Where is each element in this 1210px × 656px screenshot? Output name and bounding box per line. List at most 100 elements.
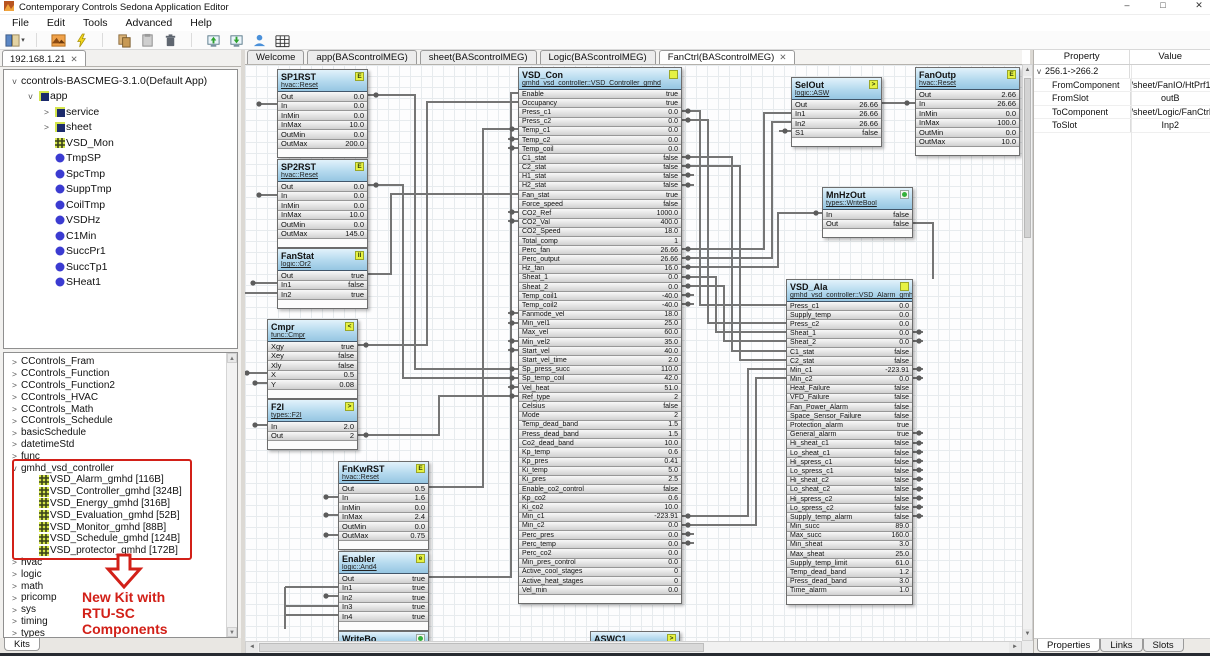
block-slot-supply_temp_limit[interactable]: Supply_temp_limit61.0 (787, 559, 912, 568)
kit-item-gmhd-vsd-controller[interactable]: vgmhd_vsd_controller (4, 462, 237, 474)
tree-item-service[interactable]: >service (4, 104, 237, 120)
maximize-button[interactable]: □ (1156, 0, 1170, 11)
block-slot-in1[interactable]: In126.66 (792, 110, 881, 120)
block-slot-hi_spress_c2[interactable]: Hi_spress_c2false (787, 495, 912, 504)
block-slot-perc_fan[interactable]: Perc_fan26.66 (519, 246, 681, 255)
block-slot-sheat_1[interactable]: Sheat_10.0 (519, 274, 681, 283)
block-slot-kp_pres[interactable]: Kp_pres0.41 (519, 458, 681, 467)
block-slot-min_pres_control[interactable]: Min_pres_control0.0 (519, 559, 681, 568)
block-slot-celsius[interactable]: Celsiusfalse (519, 402, 681, 411)
tree-item-sheet[interactable]: >sheet (4, 120, 237, 136)
block-slot-start_vel_time[interactable]: Start_vel_time2.0 (519, 356, 681, 365)
expander-icon[interactable]: > (8, 593, 21, 603)
menu-file[interactable]: File (5, 16, 36, 30)
expander-icon[interactable]: > (8, 439, 21, 449)
block-slot-space_sensor_failure[interactable]: Space_Sensor_Failurefalse (787, 412, 912, 421)
block-slot-perc_temp[interactable]: Perc_temp0.0 (519, 540, 681, 549)
minimize-button[interactable]: – (1120, 0, 1134, 11)
block-slot-out[interactable]: Outfalse (823, 220, 912, 230)
block-fanoutp[interactable]: FanOutpEhvac::ResetOut2.66In26.66InMin0.… (915, 67, 1020, 156)
block-slot-start_vel[interactable]: Start_vel40.0 (519, 347, 681, 356)
kit-item-vsd-monitor-gmhd-88b-[interactable]: VSD_Monitor_gmhd [88B] (4, 521, 237, 533)
block-slot-in[interactable]: Infalse (823, 210, 912, 220)
scroll-down-icon[interactable]: ▼ (227, 627, 237, 637)
block-slot-fanmode_vel[interactable]: Fanmode_vel18.0 (519, 311, 681, 320)
kit-item-ccontrols-math[interactable]: >CControls_Math (4, 403, 237, 415)
block-slot-perc_pres[interactable]: Perc_pres0.0 (519, 531, 681, 540)
block-slot-force_speed[interactable]: Force_speedfalse (519, 200, 681, 209)
block-slot-supply_temp_alarm[interactable]: Supply_temp_alarmfalse (787, 513, 912, 522)
block-slot-out[interactable]: Outtrue (339, 574, 428, 584)
block-slot-h2_stat[interactable]: H2_statfalse (519, 182, 681, 191)
panes-button[interactable]: ▾ (5, 32, 25, 49)
block-slot-protection_alarm[interactable]: Protection_alarmtrue (787, 421, 912, 430)
block-slot-max_vel[interactable]: Max_vel60.0 (519, 329, 681, 338)
block-slot-c1_stat[interactable]: C1_statfalse (787, 348, 912, 357)
block-slot-out[interactable]: Out0.0 (278, 182, 367, 192)
kit-item-ccontrols-fram[interactable]: >CControls_Fram (4, 356, 237, 368)
expander-icon[interactable]: > (8, 628, 21, 638)
block-slot-inmax[interactable]: InMax10.0 (278, 121, 367, 131)
block-slot-vel_min[interactable]: Vel_min0.0 (519, 586, 681, 595)
block-slot-lo_sheat_c1[interactable]: Lo_sheat_c1false (787, 449, 912, 458)
block-slot-kp_co2[interactable]: Kp_co20.6 (519, 494, 681, 503)
block-slot-inmax[interactable]: InMax2.4 (339, 513, 428, 523)
tree-item-coiltmp[interactable]: CoilTmp (4, 197, 237, 213)
close-icon[interactable]: ✕ (70, 54, 77, 65)
tree-item-tmpsp[interactable]: TmpSP (4, 151, 237, 167)
block-slot-min_vel2[interactable]: Min_vel235.0 (519, 338, 681, 347)
block-slot-hi_spress_c1[interactable]: Hi_spress_c1false (787, 458, 912, 467)
kit-item-vsd-alarm-gmhd-116b-[interactable]: VSD_Alarm_gmhd [116B] (4, 474, 237, 486)
block-slot-co2_val[interactable]: CO2_Val400.0 (519, 219, 681, 228)
block-slot-h1_stat[interactable]: H1_statfalse (519, 173, 681, 182)
block-slot-perc_co2[interactable]: Perc_co20.0 (519, 549, 681, 558)
wiresheet-canvas[interactable]: SP1RSTEhvac::ResetOut0.0In0.0InMin0.0InM… (245, 64, 1022, 641)
kit-item-vsd-evaluation-gmhd-52b-[interactable]: VSD_Evaluation_gmhd [52B] (4, 509, 237, 521)
tab-sheet-bascontrolmeg-[interactable]: sheet(BAScontrolMEG) (420, 50, 537, 64)
block-slot-inmax[interactable]: InMax10.0 (278, 211, 367, 221)
block-slot-min_c2[interactable]: Min_c20.0 (787, 376, 912, 385)
block-slot-vel_heat[interactable]: Vel_heat51.0 (519, 384, 681, 393)
block-slot-outmax[interactable]: OutMax10.0 (916, 138, 1019, 148)
menu-advanced[interactable]: Advanced (119, 16, 180, 30)
block-slot-temp_coil2[interactable]: Temp_coil2-40.0 (519, 301, 681, 310)
block-sp1rst[interactable]: SP1RSTEhvac::ResetOut0.0In0.0InMin0.0InM… (277, 69, 368, 158)
property-row-fromslot[interactable]: FromSlotoutB (1034, 92, 1210, 106)
block-slot-min_c2[interactable]: Min_c20.0 (519, 522, 681, 531)
block-vsd_ala[interactable]: VSD_Alagmhd_vsd_controller::VSD_Alarm_gm… (786, 279, 913, 605)
block-slot-min_c1[interactable]: Min_c1-223.91 (519, 513, 681, 522)
block-slot-out[interactable]: Out26.66 (792, 100, 881, 110)
hscroll-thumb[interactable] (259, 643, 704, 652)
tree-item-sheat1[interactable]: SHeat1 (4, 275, 237, 291)
block-slot-vfd_failure[interactable]: VFD_Failurefalse (787, 394, 912, 403)
expander-icon[interactable]: > (8, 605, 21, 615)
kit-item-vsd-energy-gmhd-316b-[interactable]: VSD_Energy_gmhd [316B] (4, 498, 237, 510)
block-slot-in3[interactable]: In3true (339, 603, 428, 613)
block-slot-c2_stat[interactable]: C2_statfalse (787, 357, 912, 366)
kit-item-vsd-schedule-gmhd-124b-[interactable]: VSD_Schedule_gmhd [124B] (4, 533, 237, 545)
tab-slots[interactable]: Slots (1143, 639, 1184, 652)
close-button[interactable]: ✕ (1192, 0, 1206, 11)
expander-icon[interactable]: > (8, 404, 21, 414)
tree-item-app[interactable]: vapp (4, 89, 237, 105)
block-slot-kp_temp[interactable]: Kp_temp0.6 (519, 448, 681, 457)
block-slot-active_cool_stages[interactable]: Active_cool_stages0 (519, 568, 681, 577)
block-slot-temp_c1[interactable]: Temp_c10.0 (519, 127, 681, 136)
block-slot-hi_sheat_c1[interactable]: Hi_sheat_c1false (787, 440, 912, 449)
property-row-fromcomponent[interactable]: FromComponent/sheet/FanIO/HtPrf1 (1034, 79, 1210, 93)
block-slot-sp_temp_coil[interactable]: Sp_temp_coil42.0 (519, 375, 681, 384)
block-slot-in2[interactable]: In226.66 (792, 119, 881, 129)
tree-item-supptmp[interactable]: SuppTmp (4, 182, 237, 198)
kits-tab[interactable]: Kits (4, 638, 40, 651)
expander-icon[interactable]: > (8, 380, 21, 390)
scroll-right-icon[interactable]: ► (1009, 642, 1021, 653)
block-slot-inmin[interactable]: InMin0.0 (339, 503, 428, 513)
paste-button[interactable] (137, 32, 157, 49)
block-slot-heat_failure[interactable]: Heat_Failurefalse (787, 385, 912, 394)
tab-links[interactable]: Links (1100, 639, 1142, 652)
block-slot-sheat_2[interactable]: Sheat_20.0 (519, 283, 681, 292)
chevron-down-icon[interactable]: v (1037, 67, 1041, 76)
expander-icon[interactable]: v (8, 463, 21, 473)
expander-icon[interactable]: > (8, 416, 21, 426)
block-slot-lo_spress_c2[interactable]: Lo_spress_c2false (787, 504, 912, 513)
